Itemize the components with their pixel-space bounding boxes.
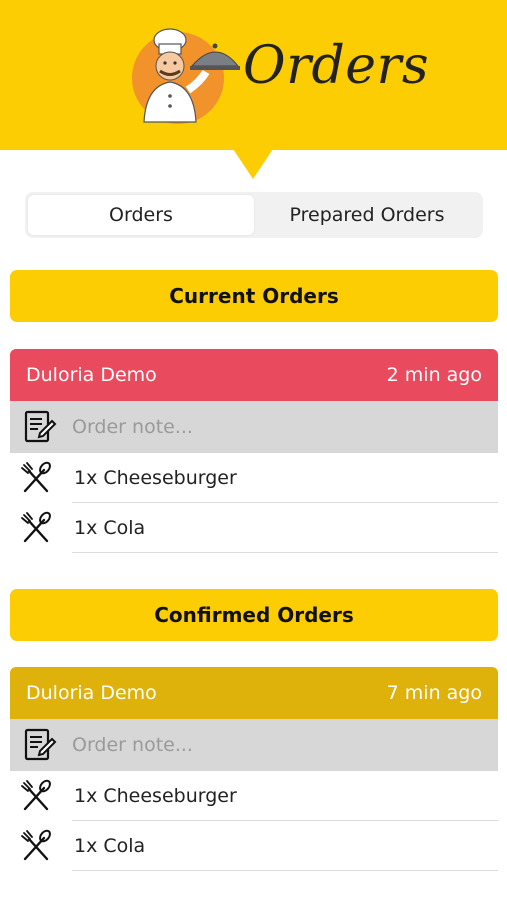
- order-customer-name: Duloria Demo: [26, 364, 157, 386]
- fork-knife-icon: [10, 511, 62, 545]
- fork-knife-icon: [10, 461, 62, 495]
- tab-prepared-orders[interactable]: Prepared Orders: [254, 195, 480, 235]
- order-item-text: 1x Cola: [74, 835, 146, 857]
- order-item-text: 1x Cola: [74, 517, 146, 539]
- order-time: 2 min ago: [386, 364, 482, 386]
- order-item: 1x Cheeseburger: [10, 453, 498, 503]
- order-note-placeholder: Order note...: [72, 734, 193, 756]
- order-item: 1x Cola: [10, 821, 498, 871]
- order-item-text: 1x Cheeseburger: [74, 785, 237, 807]
- section-header-confirmed-orders: Confirmed Orders: [10, 589, 498, 641]
- chef-logo-icon: [132, 28, 240, 124]
- order-item: 1x Cheeseburger: [10, 771, 498, 821]
- order-customer-name: Duloria Demo: [26, 682, 157, 704]
- order-header[interactable]: Duloria Demo 7 min ago: [10, 667, 498, 719]
- order-item-text: 1x Cheeseburger: [74, 467, 237, 489]
- order-card[interactable]: Duloria Demo 2 min ago Order note... 1x …: [10, 349, 498, 553]
- note-edit-icon: [24, 410, 57, 443]
- order-note-placeholder: Order note...: [72, 416, 193, 438]
- order-note-field[interactable]: Order note...: [10, 719, 498, 771]
- note-edit-icon: [24, 728, 57, 761]
- fork-knife-icon: [10, 779, 62, 813]
- tab-orders[interactable]: Orders: [28, 195, 254, 235]
- header-notch: [233, 149, 273, 179]
- order-header[interactable]: Duloria Demo 2 min ago: [10, 349, 498, 401]
- fork-knife-icon: [10, 829, 62, 863]
- order-card[interactable]: Duloria Demo 7 min ago Order note... 1x …: [10, 667, 498, 871]
- order-note-field[interactable]: Order note...: [10, 401, 498, 453]
- tab-bar: Orders Prepared Orders: [25, 192, 483, 238]
- page-title: Orders: [243, 36, 430, 96]
- order-item: 1x Cola: [10, 503, 498, 553]
- section-header-current-orders: Current Orders: [10, 270, 498, 322]
- header-bar: Orders: [0, 0, 507, 150]
- order-time: 7 min ago: [386, 682, 482, 704]
